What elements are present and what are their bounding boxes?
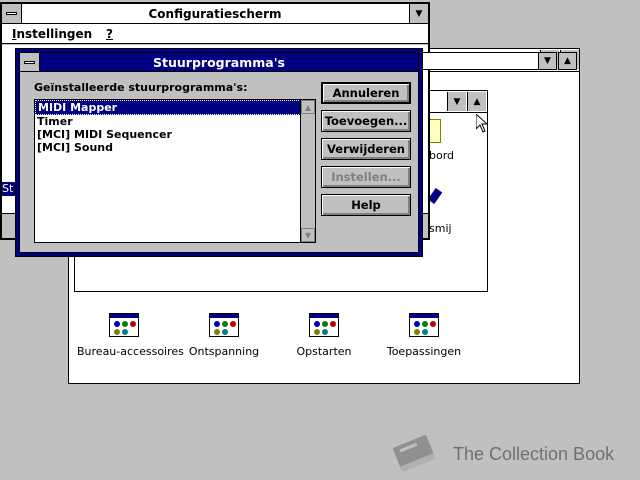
drivers-listbox[interactable]: MIDI Mapper Timer [MCI] MIDI Sequencer [… [34,99,316,243]
program-group-icon[interactable] [109,313,139,337]
group-maximize-button[interactable]: ▲ [467,92,486,111]
scroll-up-icon[interactable]: ▲ [301,100,315,114]
group-label-toepassingen[interactable]: Toepassingen [386,345,462,358]
program-group-icon[interactable] [409,313,439,337]
dialog-title: Stuurprogramma's [153,54,285,70]
combo-maximize-button[interactable]: ▲ [558,52,577,70]
dialog-titlebar[interactable]: Stuurprogramma's [20,53,418,72]
watermark-text: The Collection Book [453,444,615,464]
group-minimize-button[interactable]: ▼ [447,92,466,111]
control-panel-minimize-button[interactable]: ▼ [409,4,428,23]
system-menu-button[interactable] [2,4,22,23]
control-panel-titlebar[interactable]: Configuratiescherm [2,4,428,24]
control-panel-menubar: Instellingen ? [2,24,428,44]
list-item[interactable]: [MCI] Sound [35,141,315,154]
book-icon [393,435,436,473]
combo-dropdown-button[interactable]: ▼ [538,52,557,70]
drivers-list-label: Geïnstalleerde stuurprogramma's: [34,81,248,94]
clipboard-label[interactable]: bord [429,149,454,162]
mouse-cursor-icon [476,114,488,133]
group-label-bureau-accessoires[interactable]: Bureau-accessoires [77,345,184,358]
drivers-dialog: Stuurprogramma's Geïnstalleerde stuurpro… [15,48,423,257]
scroll-down-icon[interactable]: ▼ [301,228,315,242]
combo-box[interactable] [420,52,556,70]
program-group-icon[interactable] [209,313,239,337]
list-item[interactable]: MIDI Mapper [35,100,315,115]
setup-button[interactable]: Instellen... [321,166,411,188]
smith-label[interactable]: smij [429,222,452,235]
menu-help[interactable]: ? [106,27,113,41]
menu-instellingen-label: nstellingen [16,27,93,41]
group-label-ontspanning[interactable]: Ontspanning [188,345,260,358]
dialog-system-menu-button[interactable] [20,53,40,71]
remove-button[interactable]: Verwijderen [321,138,411,160]
list-item[interactable]: [MCI] MIDI Sequencer [35,128,315,141]
control-panel-title: Configuratiescherm [148,6,282,21]
group-label-opstarten[interactable]: Opstarten [294,345,354,358]
cancel-button[interactable]: Annuleren [321,82,411,104]
dialog-inner: Stuurprogramma's Geïnstalleerde stuurpro… [19,52,419,253]
program-group-icon[interactable] [309,313,339,337]
list-scrollbar[interactable]: ▲ ▼ [300,100,315,242]
list-item[interactable]: Timer [35,115,315,128]
add-button[interactable]: Toevoegen... [321,110,411,132]
selected-item-partial-label: St [2,182,14,195]
help-button[interactable]: Help [321,194,411,216]
menu-instellingen[interactable]: Instellingen [12,27,92,41]
